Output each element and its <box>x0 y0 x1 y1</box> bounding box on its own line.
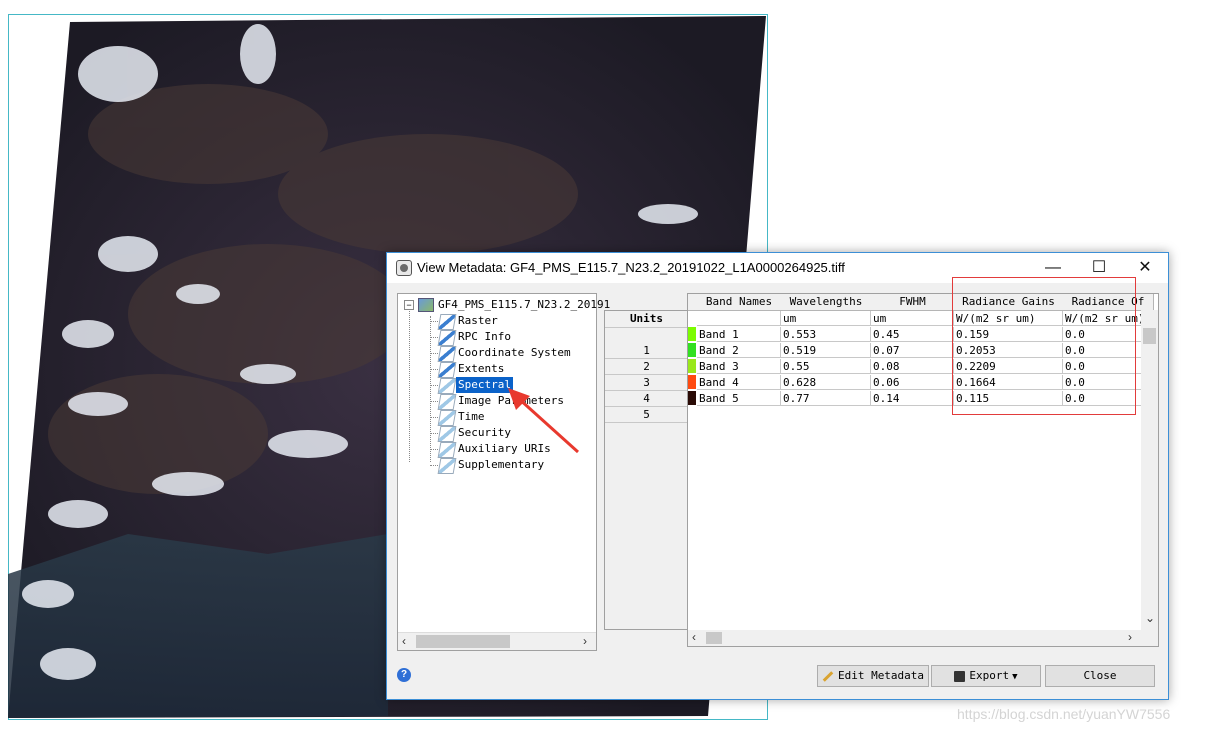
scroll-thumb[interactable] <box>706 632 722 644</box>
raster-file-icon <box>418 298 434 312</box>
units-cell[interactable]: um <box>871 311 954 326</box>
app-icon <box>396 260 412 276</box>
annotation-arrow <box>508 388 580 454</box>
table-cell[interactable]: 0.07 <box>871 343 954 358</box>
scroll-left-icon[interactable]: ‹ <box>692 629 696 646</box>
table-cell[interactable]: Band 4 <box>697 375 781 390</box>
units-column: Units 12345 <box>604 310 689 630</box>
collapse-toggle-icon[interactable]: − <box>404 300 414 310</box>
close-button[interactable]: Close <box>1045 665 1155 687</box>
metadata-page-icon <box>437 410 457 426</box>
scroll-thumb[interactable] <box>1143 328 1156 344</box>
scroll-down-icon[interactable]: ⌄ <box>1145 610 1155 627</box>
metadata-page-icon <box>437 442 457 458</box>
column-header[interactable]: Wavelengths <box>781 294 872 311</box>
metadata-tree: − GF4_PMS_E115.7_N23.2_20191 Raster RPC I… <box>397 293 610 651</box>
metadata-page-icon <box>437 346 457 362</box>
highlight-box <box>952 277 1136 415</box>
tree-item-raster[interactable]: Raster <box>430 313 590 330</box>
edit-metadata-button[interactable]: Edit Metadata <box>817 665 929 687</box>
table-cell[interactable]: 0.77 <box>781 391 871 406</box>
dropdown-arrow-icon: ▼ <box>1012 672 1018 682</box>
row-number: 2 <box>605 359 688 375</box>
band-color-swatch <box>688 359 696 373</box>
table-cell[interactable]: 0.628 <box>781 375 871 390</box>
row-number: 5 <box>605 407 688 423</box>
band-color-swatch <box>688 327 696 341</box>
table-cell[interactable]: 0.519 <box>781 343 871 358</box>
table-cell[interactable]: 0.55 <box>781 359 871 374</box>
column-header[interactable]: Band Names <box>697 294 782 311</box>
table-cell[interactable]: Band 1 <box>697 327 781 342</box>
units-cell[interactable]: um <box>781 311 871 326</box>
tree-item-label: Time <box>458 410 485 423</box>
units-cell[interactable] <box>697 311 781 326</box>
table-cell[interactable]: 0.553 <box>781 327 871 342</box>
scroll-thumb[interactable] <box>416 635 510 648</box>
edit-metadata-label: Edit Metadata <box>837 669 925 682</box>
help-icon[interactable]: ? <box>397 668 411 682</box>
export-button[interactable]: Export ▼ <box>931 665 1041 687</box>
row-number: 4 <box>605 391 688 407</box>
table-cell[interactable]: 0.14 <box>871 391 954 406</box>
tree-item-label: RPC Info <box>458 330 511 343</box>
band-color-swatch <box>688 375 696 389</box>
table-cell[interactable]: 0.06 <box>871 375 954 390</box>
tree-item-label: Coordinate System <box>458 346 571 359</box>
save-disk-icon <box>954 670 966 682</box>
table-cell[interactable]: Band 2 <box>697 343 781 358</box>
table-cell[interactable]: Band 3 <box>697 359 781 374</box>
metadata-page-icon <box>437 362 457 378</box>
table-cell[interactable]: 0.08 <box>871 359 954 374</box>
scroll-left-icon[interactable]: ‹ <box>402 633 406 650</box>
band-color-swatch <box>688 343 696 357</box>
tree-horizontal-scrollbar[interactable]: ‹ › <box>398 632 596 650</box>
column-header[interactable]: FWHM <box>871 294 955 311</box>
metadata-page-icon <box>437 314 457 330</box>
metadata-page-icon <box>437 378 457 394</box>
tree-root-label: GF4_PMS_E115.7_N23.2_20191 <box>438 298 611 311</box>
tree-item-label: Extents <box>458 362 505 375</box>
tree-item-extents[interactable]: Extents <box>430 361 590 378</box>
row-number: 1 <box>605 343 688 359</box>
table-cell[interactable]: Band 5 <box>697 391 781 406</box>
table-cell[interactable]: 0.45 <box>871 327 954 342</box>
pencil-icon <box>822 670 834 682</box>
metadata-page-icon <box>437 330 457 346</box>
table-vertical-scrollbar[interactable]: ⌄ <box>1141 310 1158 630</box>
scroll-right-icon[interactable]: › <box>583 633 587 650</box>
watermark: https://blog.csdn.net/yuanYW7556 <box>957 706 1171 722</box>
table-horizontal-scrollbar[interactable]: ‹ › <box>688 630 1158 646</box>
tree-item-coordinate-system[interactable]: Coordinate System <box>430 345 590 362</box>
tree-item-label: Raster <box>458 314 498 327</box>
tree-root[interactable]: − GF4_PMS_E115.7_N23.2_20191 <box>404 297 610 313</box>
metadata-page-icon <box>437 426 457 442</box>
metadata-page-icon <box>437 458 457 474</box>
units-header: Units <box>605 311 688 328</box>
scroll-right-icon[interactable]: › <box>1128 629 1132 646</box>
band-color-swatch <box>688 391 696 405</box>
metadata-page-icon <box>437 394 457 410</box>
dialog-title: View Metadata: GF4_PMS_E115.7_N23.2_2019… <box>417 260 845 275</box>
tree-item-rpc-info[interactable]: RPC Info <box>430 329 590 346</box>
row-number: 3 <box>605 375 688 391</box>
export-label: Export <box>969 669 1010 682</box>
